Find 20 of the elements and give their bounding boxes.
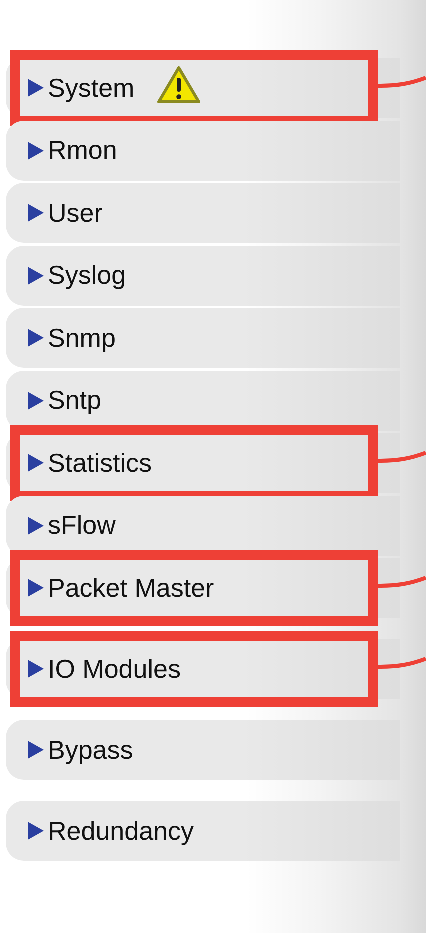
triangle-icon xyxy=(28,79,44,97)
menu-item[interactable]: Rmon xyxy=(6,120,400,180)
triangle-icon xyxy=(28,660,44,678)
triangle-icon xyxy=(28,392,44,410)
menu-item[interactable]: Syslog xyxy=(6,246,400,306)
menu-item[interactable]: Snmp xyxy=(6,308,400,368)
triangle-icon xyxy=(28,266,44,284)
menu-item[interactable]: Bypass xyxy=(6,720,400,780)
menu-item[interactable]: Redundancy xyxy=(6,801,400,861)
triangle-icon xyxy=(28,516,44,534)
triangle-icon xyxy=(28,204,44,222)
triangle-icon xyxy=(28,741,44,759)
menu-item[interactable]: Sntp xyxy=(6,370,400,430)
triangle-icon xyxy=(28,329,44,347)
menu-item[interactable]: sFlow xyxy=(6,496,400,556)
menu-item[interactable]: User xyxy=(6,183,400,243)
triangle-icon xyxy=(28,579,44,597)
triangle-icon xyxy=(28,454,44,472)
triangle-icon xyxy=(28,822,44,840)
triangle-icon xyxy=(28,142,44,160)
